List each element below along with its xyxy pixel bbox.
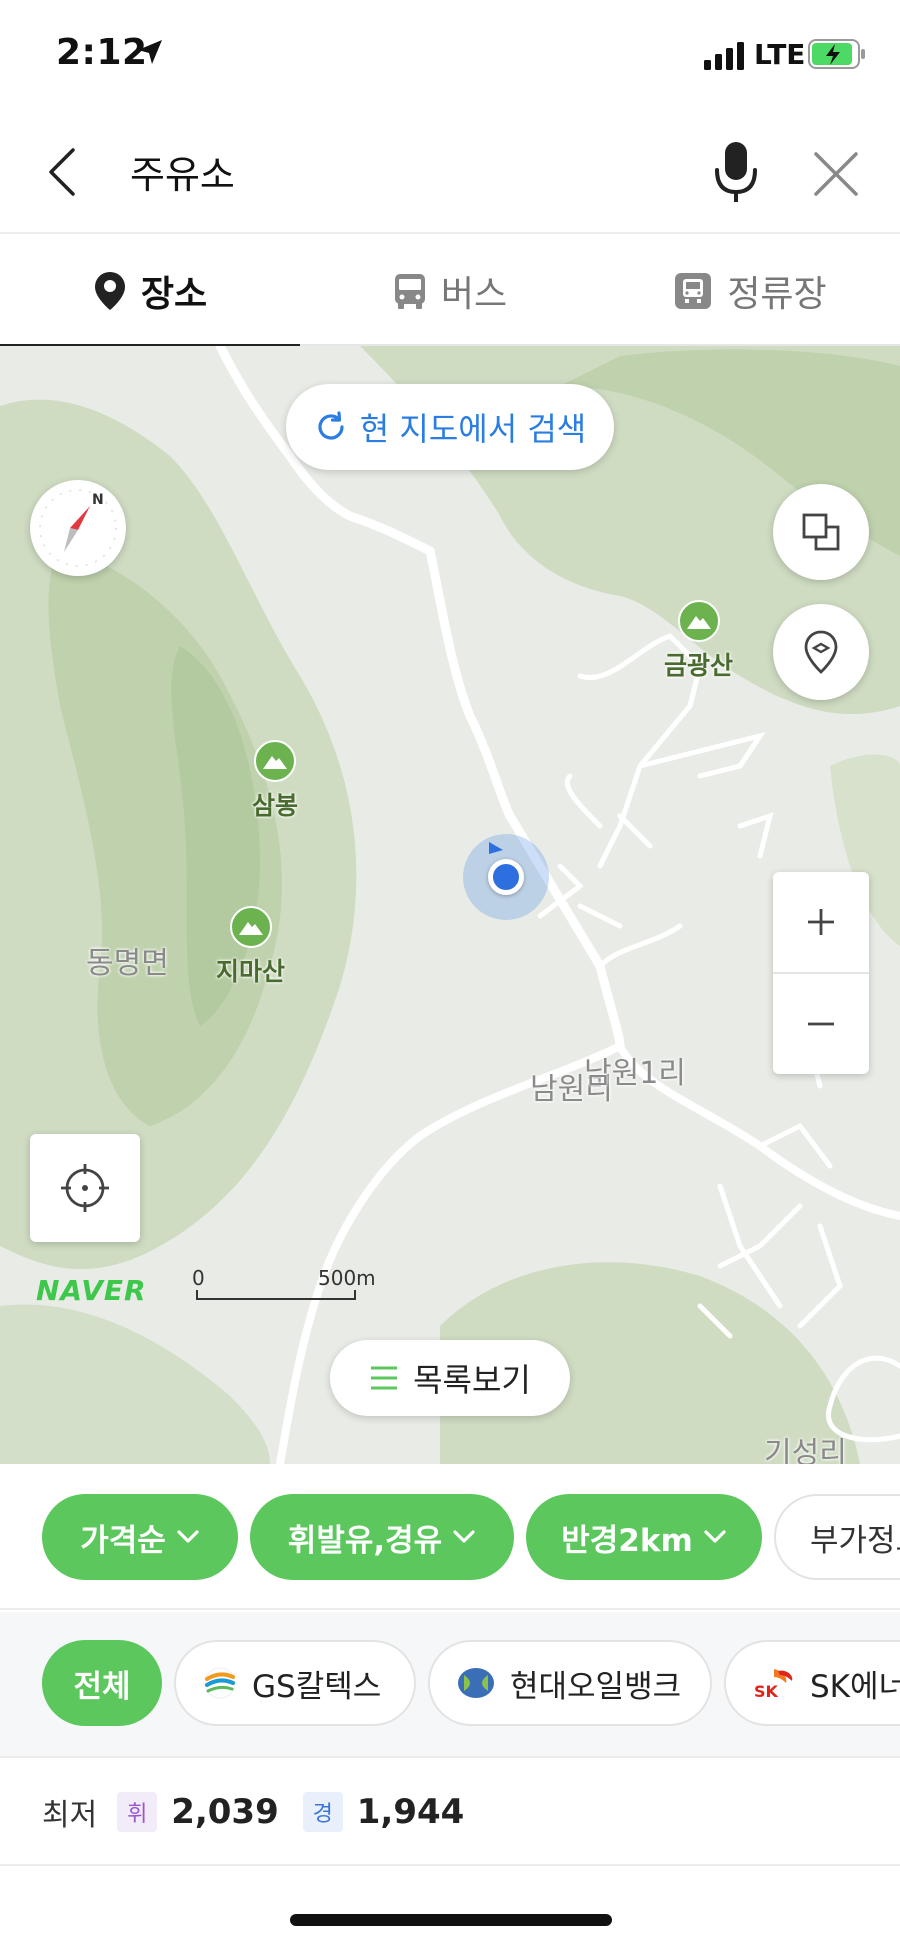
chevron-left-icon bbox=[49, 148, 75, 196]
list-icon bbox=[371, 1366, 398, 1390]
search-bar: 주유소 bbox=[0, 110, 900, 234]
zoom-controls bbox=[773, 872, 869, 1074]
heading-arrow-icon bbox=[489, 842, 503, 854]
scale-bar bbox=[196, 1290, 356, 1300]
bus-icon bbox=[394, 274, 425, 309]
hyundai-oilbank-logo-icon bbox=[458, 1668, 494, 1698]
tab-bus-label: 버스 bbox=[440, 274, 508, 315]
area-label-giseong: 기성리 bbox=[764, 1436, 847, 1464]
network-type: LTE bbox=[754, 38, 806, 71]
naver-logo: NAVER bbox=[36, 1274, 147, 1307]
tab-place[interactable]: 장소 bbox=[0, 236, 300, 348]
chevron-down-icon bbox=[177, 1530, 199, 1543]
place-marker-geumgwangsan[interactable]: 금광산 bbox=[664, 600, 733, 682]
user-dot bbox=[488, 859, 524, 895]
list-view-button[interactable]: 목록보기 bbox=[330, 1340, 570, 1416]
crosshair-icon bbox=[61, 1164, 109, 1212]
place-pin-icon bbox=[94, 272, 125, 310]
mountain-icon bbox=[254, 740, 296, 782]
mountain-icon bbox=[677, 600, 720, 642]
brand-sk-energy[interactable]: SK SK에너지 bbox=[724, 1640, 900, 1726]
tab-bus-stop[interactable]: 정류장 bbox=[600, 236, 900, 346]
scale-end-label: 500m bbox=[318, 1266, 376, 1290]
lowest-price-label: 최저 bbox=[42, 1798, 98, 1833]
svg-text:SK: SK bbox=[754, 1682, 779, 1701]
brand-gs-caltex[interactable]: GS칼텍스 bbox=[174, 1640, 416, 1726]
zoom-out-button[interactable] bbox=[773, 974, 869, 1074]
clear-search-button[interactable] bbox=[808, 146, 864, 202]
place-marker-sambong[interactable]: 삼봉 bbox=[252, 740, 298, 822]
brand-filter-row: 전체 GS칼텍스 현대오일뱅크 SK SK에너지 bbox=[0, 1612, 900, 1758]
lowest-price-row: 최저 휘 2,039 경 1,944 bbox=[0, 1760, 900, 1866]
status-bar: 2:12 LTE bbox=[0, 0, 900, 110]
gasoline-tag: 휘 bbox=[117, 1792, 158, 1832]
minus-icon bbox=[808, 1022, 834, 1026]
filter-radius[interactable]: 반경2km bbox=[526, 1494, 762, 1580]
list-view-label: 목록보기 bbox=[413, 1361, 531, 1399]
filter-sort-label: 가격순 bbox=[80, 1522, 166, 1559]
area-label-namwon1: 남원1리 bbox=[584, 1056, 686, 1091]
bus-stop-icon bbox=[675, 273, 712, 309]
search-this-area-button[interactable]: 현 지도에서 검색 bbox=[286, 384, 614, 470]
compass-letter: N bbox=[92, 492, 104, 508]
filter-fuel-type-label: 휘발유,경유 bbox=[287, 1522, 443, 1559]
brand-gs-caltex-label: GS칼텍스 bbox=[252, 1668, 382, 1705]
close-icon bbox=[814, 152, 858, 196]
tab-bus[interactable]: 버스 bbox=[300, 236, 600, 346]
compass-button[interactable]: N bbox=[30, 480, 126, 576]
home-indicator[interactable] bbox=[290, 1914, 612, 1926]
chevron-down-icon bbox=[453, 1530, 475, 1543]
tab-bus-stop-label: 정류장 bbox=[727, 274, 827, 315]
current-location-marker bbox=[463, 834, 549, 920]
brand-all[interactable]: 전체 bbox=[42, 1640, 162, 1726]
filter-extra-info[interactable]: 부가정보 bbox=[774, 1494, 900, 1580]
status-time: 2:12 bbox=[56, 32, 148, 73]
location-arrow-icon bbox=[138, 40, 162, 64]
map-layer-button[interactable] bbox=[773, 484, 869, 580]
back-button[interactable] bbox=[38, 138, 86, 206]
tab-place-label: 장소 bbox=[140, 274, 208, 315]
filter-extra-info-label: 부가정보 bbox=[810, 1522, 900, 1559]
sk-energy-logo-icon: SK bbox=[754, 1669, 793, 1701]
zoom-in-button[interactable] bbox=[773, 872, 869, 972]
battery-icon bbox=[808, 39, 865, 69]
place-name: 금광산 bbox=[664, 651, 734, 680]
search-category-tabs: 장소 버스 정류장 bbox=[0, 236, 900, 348]
place-name: 삼봉 bbox=[252, 791, 299, 820]
gs-caltex-logo-icon bbox=[204, 1667, 236, 1699]
saved-places-button[interactable] bbox=[773, 604, 869, 700]
brand-sk-energy-label: SK에너지 bbox=[810, 1668, 900, 1705]
plus-icon bbox=[808, 909, 834, 935]
filter-sort[interactable]: 가격순 bbox=[42, 1494, 238, 1580]
gasoline-price: 2,039 bbox=[171, 1792, 279, 1832]
place-name: 지마산 bbox=[216, 957, 286, 986]
layers-icon bbox=[802, 513, 840, 551]
brand-hyundai-oilbank-label: 현대오일뱅크 bbox=[510, 1668, 682, 1705]
location-pin-outline-icon bbox=[804, 630, 838, 674]
filter-fuel-type[interactable]: 휘발유,경유 bbox=[250, 1494, 514, 1580]
diesel-tag: 경 bbox=[302, 1792, 343, 1832]
search-this-area-label: 현 지도에서 검색 bbox=[359, 410, 587, 448]
area-label-dongmyeong: 동명면 bbox=[86, 946, 169, 981]
chevron-down-icon bbox=[704, 1530, 726, 1543]
scale-start-label: 0 bbox=[192, 1266, 205, 1290]
brand-all-label: 전체 bbox=[73, 1668, 131, 1705]
current-location-button[interactable] bbox=[30, 1134, 140, 1242]
place-marker-jimasan[interactable]: 지마산 bbox=[216, 906, 285, 988]
brand-hyundai-oilbank[interactable]: 현대오일뱅크 bbox=[428, 1640, 712, 1726]
map-view[interactable]: 금광산 삼봉 지마산 동명면 남원리 남원1리 기성리 현 지도에서 검색 N … bbox=[0, 346, 900, 1464]
compass-icon: N bbox=[39, 489, 117, 567]
search-input[interactable]: 주유소 bbox=[130, 144, 235, 199]
filter-row: 가격순 휘발유,경유 반경2km 부가정보 bbox=[0, 1464, 900, 1610]
microphone-icon bbox=[715, 142, 757, 202]
signal-icon bbox=[704, 42, 744, 70]
diesel-price: 1,944 bbox=[356, 1792, 465, 1832]
filter-radius-label: 반경2km bbox=[561, 1522, 693, 1559]
mountain-icon bbox=[229, 906, 272, 948]
voice-search-button[interactable] bbox=[708, 138, 764, 208]
refresh-icon bbox=[318, 411, 344, 440]
